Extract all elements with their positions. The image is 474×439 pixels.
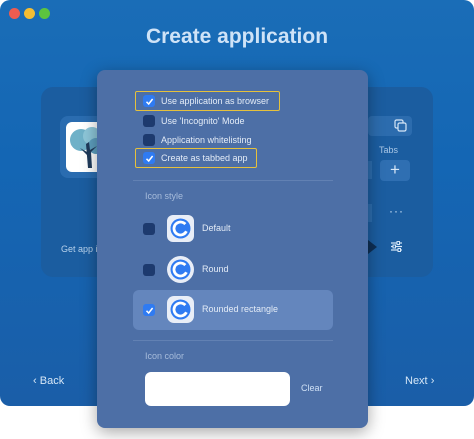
icon-style-default[interactable]: Default bbox=[133, 209, 333, 249]
option-label: Use 'Incognito' Mode bbox=[161, 116, 245, 126]
zoom-window-button[interactable] bbox=[39, 8, 50, 19]
option-label: Application whitelisting bbox=[161, 135, 252, 145]
clear-color-button[interactable]: Clear bbox=[301, 383, 323, 393]
divider bbox=[133, 340, 333, 341]
option-field[interactable] bbox=[368, 204, 372, 222]
style-label: Rounded rectangle bbox=[202, 304, 279, 314]
minimize-window-button[interactable] bbox=[24, 8, 35, 19]
tabs-label: Tabs bbox=[379, 145, 399, 155]
checkbox-checked[interactable] bbox=[143, 304, 155, 316]
checkmark-icon bbox=[145, 155, 153, 162]
icon-color-swatch[interactable] bbox=[145, 372, 290, 406]
checkbox-checked[interactable] bbox=[143, 152, 155, 164]
back-button[interactable]: ‹ Back bbox=[33, 375, 64, 387]
icon-style-round[interactable]: Round bbox=[133, 250, 333, 290]
checkbox-unchecked[interactable] bbox=[143, 223, 155, 235]
tab-field[interactable] bbox=[368, 161, 372, 179]
back-label: Back bbox=[39, 375, 65, 387]
style-label: Default bbox=[202, 223, 231, 233]
option-label: Use application as browser bbox=[161, 96, 270, 106]
popover-arrow bbox=[368, 240, 377, 254]
copy-icon[interactable] bbox=[394, 119, 407, 132]
option-tabbed-app[interactable]: Create as tabbed app bbox=[143, 150, 248, 166]
checkmark-icon bbox=[145, 98, 153, 105]
next-label: Next bbox=[405, 375, 428, 387]
window-title: Create application bbox=[145, 25, 329, 48]
option-incognito-mode[interactable]: Use 'Incognito' Mode bbox=[143, 113, 244, 129]
c-logo-icon bbox=[167, 256, 194, 283]
icon-style-rounded-rectangle[interactable]: Rounded rectangle bbox=[133, 290, 333, 330]
chevron-right-icon: › bbox=[430, 375, 435, 387]
icon-style-label: Icon style bbox=[145, 191, 184, 201]
more-options-button[interactable]: ··· bbox=[389, 204, 404, 218]
close-window-button[interactable] bbox=[9, 8, 20, 19]
checkmark-icon bbox=[145, 307, 153, 314]
chevron-left-icon: ‹ bbox=[33, 375, 37, 387]
sliders-icon[interactable] bbox=[390, 240, 403, 253]
checkbox-unchecked[interactable] bbox=[143, 264, 155, 276]
icon-color-label: Icon color bbox=[145, 351, 185, 361]
option-use-as-browser[interactable]: Use application as browser bbox=[143, 93, 269, 109]
checkbox-unchecked[interactable] bbox=[143, 115, 155, 127]
add-tab-button[interactable]: + bbox=[380, 160, 410, 181]
style-label: Round bbox=[202, 264, 229, 274]
checkbox-checked[interactable] bbox=[143, 95, 155, 107]
option-whitelisting[interactable]: Application whitelisting bbox=[143, 132, 252, 148]
next-button[interactable]: Next › bbox=[405, 375, 434, 387]
option-label: Create as tabbed app bbox=[161, 153, 248, 163]
get-app-icon-link[interactable]: Get app ic bbox=[61, 244, 102, 254]
checkbox-unchecked[interactable] bbox=[143, 134, 155, 146]
c-logo-icon bbox=[167, 215, 194, 242]
divider bbox=[133, 180, 333, 181]
c-logo-icon bbox=[167, 296, 194, 323]
